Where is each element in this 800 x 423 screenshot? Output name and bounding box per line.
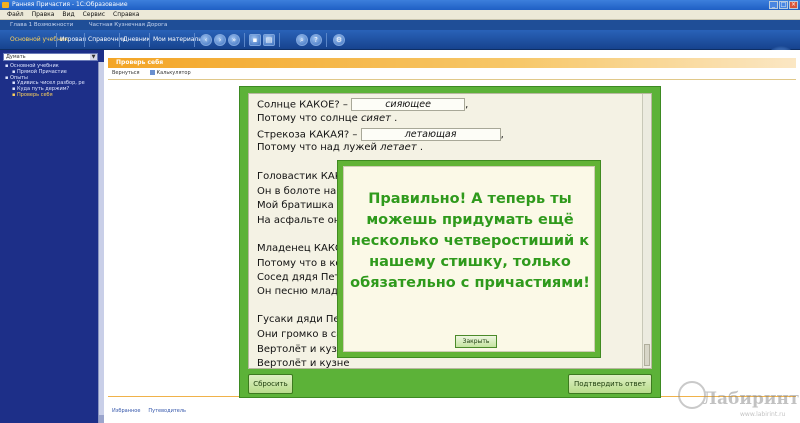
return-link[interactable]: Вернуться [112, 69, 140, 77]
settings-icon[interactable]: ⚙ [333, 34, 345, 46]
sidebar-select-value: Думать [6, 54, 26, 60]
worksheet-scrollbar[interactable] [642, 94, 651, 368]
toolbar-divider [119, 33, 120, 47]
feedback-dialog-body: Правильно! А теперь ты можешь придумать … [343, 166, 595, 352]
close-dialog-button[interactable]: Закрыть [455, 335, 497, 348]
poem-line: Вертолёт и кузне [257, 358, 350, 369]
answer-input[interactable]: сияющее [351, 98, 466, 111]
content-tools: Вернуться Калькулятор [112, 69, 191, 77]
poem-line: Сосед дядя Петя [257, 272, 347, 283]
breadcrumb-chapter: Глава 1 Возможности [10, 22, 74, 28]
sidebar-tree-item-selected[interactable]: ▪ Проверь себя [3, 92, 101, 99]
poem-line: На асфальте он н [257, 215, 350, 226]
next-icon[interactable]: » [228, 34, 240, 46]
menu-view[interactable]: Вид [58, 10, 78, 19]
main-toolbar: Основной учебник Игровая Справочник Днев… [0, 30, 800, 76]
watermark-brand: Лабиринт [702, 389, 800, 409]
window-title: Ранняя Причастия - 1С:Образование [12, 1, 128, 8]
tab-diary[interactable]: Дневник [123, 35, 150, 45]
chevron-down-icon[interactable]: ▼ [90, 54, 97, 60]
app-icon [2, 2, 9, 8]
sidebar-tree: ▪ Основной учебник ▪ Прямой Причастие ▪ … [3, 63, 101, 99]
calculator-icon [149, 70, 155, 75]
poem-line: Потому что в кол [257, 258, 348, 269]
poem-line: Солнце КАКОЕ? – сияющее, [257, 98, 469, 111]
poem-line: Мой братишка Во [257, 200, 350, 211]
bookmark-icon[interactable]: ▪ [249, 34, 261, 46]
toolbar-divider [326, 33, 327, 47]
poem-line: Потому что над лужей летает . [257, 142, 424, 153]
sidebar: Думать ▼ ▪ Основной учебник ▪ Прямой При… [0, 50, 104, 423]
toolbar-divider [244, 33, 245, 47]
toolbar-divider [84, 33, 85, 47]
menu-service[interactable]: Сервис [79, 10, 109, 19]
watermark: Лабиринт www.labirint.ru [678, 375, 800, 421]
toolbar-divider [194, 33, 195, 47]
answer-input[interactable]: летающая [360, 128, 501, 141]
close-icon[interactable]: × [789, 1, 798, 9]
answer-value: летает [380, 142, 417, 153]
reset-button[interactable]: Сбросить [248, 374, 293, 394]
confirm-answer-button[interactable]: Подтвердить ответ [568, 374, 652, 394]
window-titlebar: Ранняя Причастия - 1С:Образование _ □ × [0, 0, 800, 10]
sidebar-select[interactable]: Думать ▼ [3, 53, 98, 61]
maximize-icon[interactable]: □ [779, 1, 788, 9]
menu-edit[interactable]: Правка [28, 10, 59, 19]
back-icon[interactable]: ‹ [200, 34, 212, 46]
help-icon[interactable]: ? [310, 34, 322, 46]
forward-icon[interactable]: › [214, 34, 226, 46]
tab-reference[interactable]: Справочник [88, 35, 126, 45]
watermark-url: www.labirint.ru [740, 411, 786, 418]
toolbar-divider [279, 33, 280, 47]
answer-value: сияет [360, 113, 391, 124]
feedback-dialog: Правильно! А теперь ты можешь придумать … [337, 160, 601, 358]
poem-line: Вертолёт и кузне [257, 344, 350, 355]
window-controls: _ □ × [769, 1, 798, 9]
minimize-icon[interactable]: _ [769, 1, 778, 9]
breadcrumb-topic: Частная Кузнечная Дорога [88, 22, 168, 28]
section-title: Проверь себя [108, 58, 796, 68]
guide-link[interactable]: Путеводитель [148, 408, 186, 414]
scrollbar-thumb[interactable] [644, 344, 650, 366]
menu-bar: Файл Правка Вид Сервис Справка [0, 10, 800, 20]
footer-links: Избранное Путеводитель [112, 408, 186, 414]
menu-file[interactable]: Файл [3, 10, 28, 19]
calculator-link[interactable]: Калькулятор [149, 69, 191, 77]
poem-line: Они громко в сар [257, 329, 349, 340]
breadcrumb: Глава 1 Возможности Частная Кузнечная До… [0, 20, 800, 30]
poem-line: Головастик КАКО [257, 171, 350, 182]
poem-line: Потому что солнце сияет . [257, 113, 398, 124]
toolbar-divider [149, 33, 150, 47]
feedback-message: Правильно! А теперь ты можешь придумать … [350, 191, 590, 291]
favorites-link[interactable]: Избранное [112, 408, 140, 414]
divider [108, 79, 796, 80]
poem-line: Стрекоза КАКАЯ? – летающая, [257, 128, 504, 141]
tab-my-materials[interactable]: Мои материалы [153, 35, 203, 45]
tab-games[interactable]: Игровая [60, 35, 86, 45]
menu-help[interactable]: Справка [109, 10, 143, 19]
toolbar-divider [56, 33, 57, 47]
print-icon[interactable]: ▤ [263, 34, 275, 46]
search-icon[interactable]: ⌕ [296, 34, 308, 46]
